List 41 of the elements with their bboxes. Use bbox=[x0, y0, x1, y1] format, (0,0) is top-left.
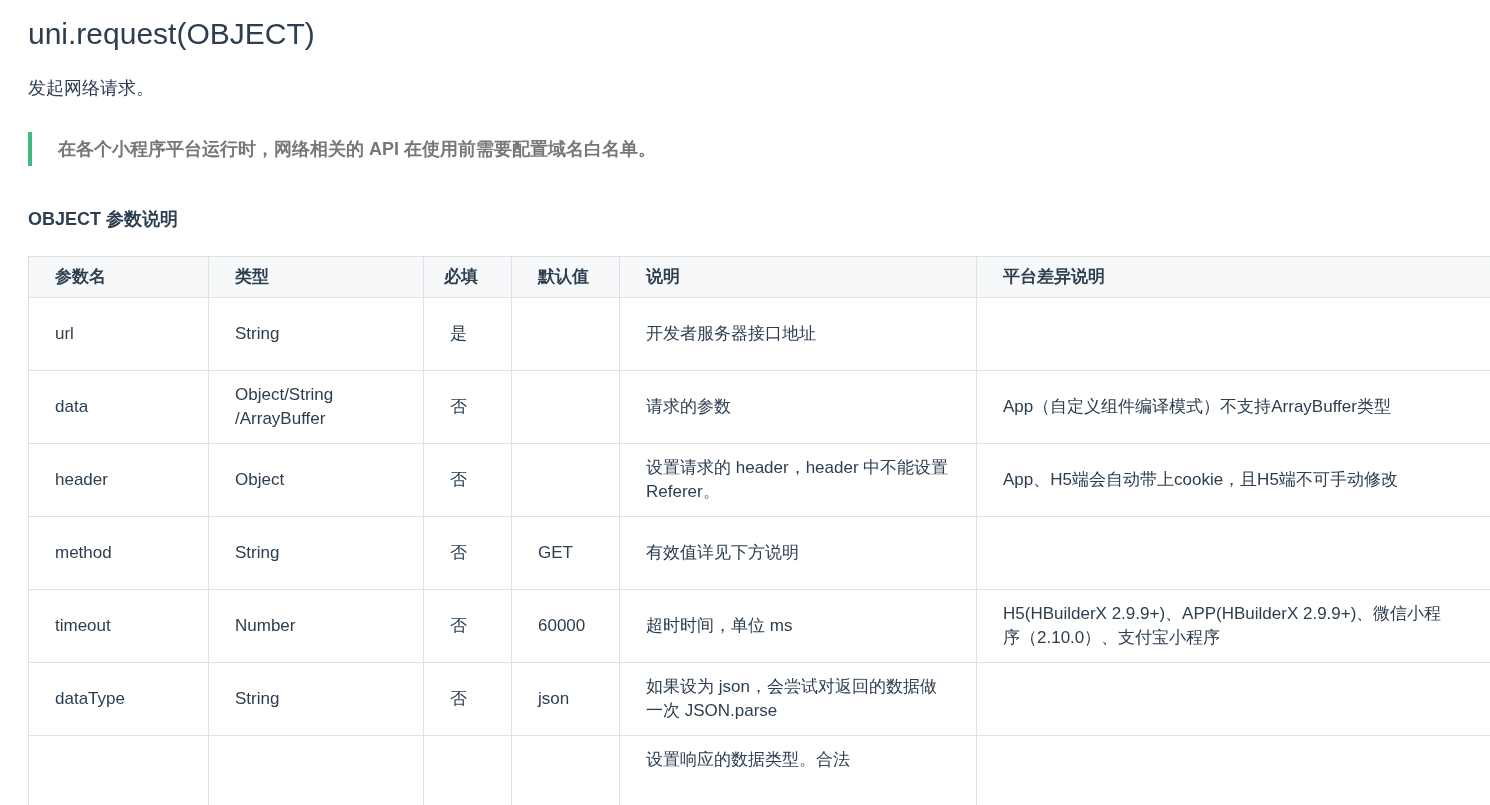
table-cell-text: 请求的参数 bbox=[646, 396, 731, 418]
column-header: 必填 bbox=[423, 256, 512, 298]
table-cell-text: 否 bbox=[450, 615, 467, 637]
intro-text: 发起网络请求。 bbox=[28, 77, 154, 100]
section-heading: OBJECT 参数说明 bbox=[28, 208, 178, 231]
table-cell-text: 60000 bbox=[538, 615, 586, 637]
column-header: 类型 bbox=[208, 256, 424, 298]
table-cell-text: 否 bbox=[450, 688, 467, 710]
table-cell-text: Object/String /ArrayBuffer bbox=[235, 384, 334, 430]
table-cell-text: 设置响应的数据类型。合法 bbox=[646, 749, 850, 771]
table-cell-text: header bbox=[55, 469, 108, 491]
table-cell-text: H5(HBuilderX 2.9.9+)、APP(HBuilderX 2.9.9+)、微信小程序（2.10.0）、支付宝小程序 bbox=[1003, 603, 1443, 649]
table-cell-text: Number bbox=[235, 615, 296, 637]
table-cell-text: App（自定义组件编译模式）不支持ArrayBuffer类型 bbox=[1003, 396, 1391, 418]
note-callout: 在各个小程序平台运行时，网络相关的 API 在使用前需要配置域名白名单。 bbox=[28, 132, 656, 166]
table-cell-text: 超时时间，单位 ms bbox=[646, 615, 793, 637]
table-cell-text: timeout bbox=[55, 615, 111, 637]
table-cell-text: 否 bbox=[450, 396, 467, 418]
column-header: 默认值 bbox=[511, 256, 620, 298]
column-header: 说明 bbox=[619, 256, 977, 298]
table-cell-text: url bbox=[55, 323, 74, 345]
table-cell-text: String bbox=[235, 323, 280, 345]
page-title: uni.request(OBJECT) bbox=[28, 16, 315, 52]
table-cell-text: 设置请求的 header，header 中不能设置 Referer。 bbox=[646, 457, 950, 503]
table-cell-text: String bbox=[235, 542, 280, 564]
table-cell-text: 开发者服务器接口地址 bbox=[646, 323, 816, 345]
table-cell-text: Object bbox=[235, 469, 285, 491]
table-cell-text: String bbox=[235, 688, 280, 710]
table-cell-text: data bbox=[55, 396, 89, 418]
table-cell-text: 有效值详见下方说明 bbox=[646, 542, 799, 564]
column-header: 平台差异说明 bbox=[976, 256, 1490, 298]
table-cell-text: method bbox=[55, 542, 112, 564]
table-cell-text: GET bbox=[538, 542, 573, 564]
table-cell-text: dataType bbox=[55, 688, 125, 710]
table-cell-text: 如果设为 json，会尝试对返回的数据做一次 JSON.parse bbox=[646, 676, 938, 722]
table-cell-text: json bbox=[538, 688, 570, 710]
table-cell-text: 是 bbox=[450, 323, 467, 345]
table-cell-text: App、H5端会自动带上cookie，且H5端不可手动修改 bbox=[1003, 469, 1398, 491]
table-cell-text: 否 bbox=[450, 542, 467, 564]
column-header: 参数名 bbox=[28, 256, 209, 298]
table-cell-text: 否 bbox=[450, 469, 467, 491]
